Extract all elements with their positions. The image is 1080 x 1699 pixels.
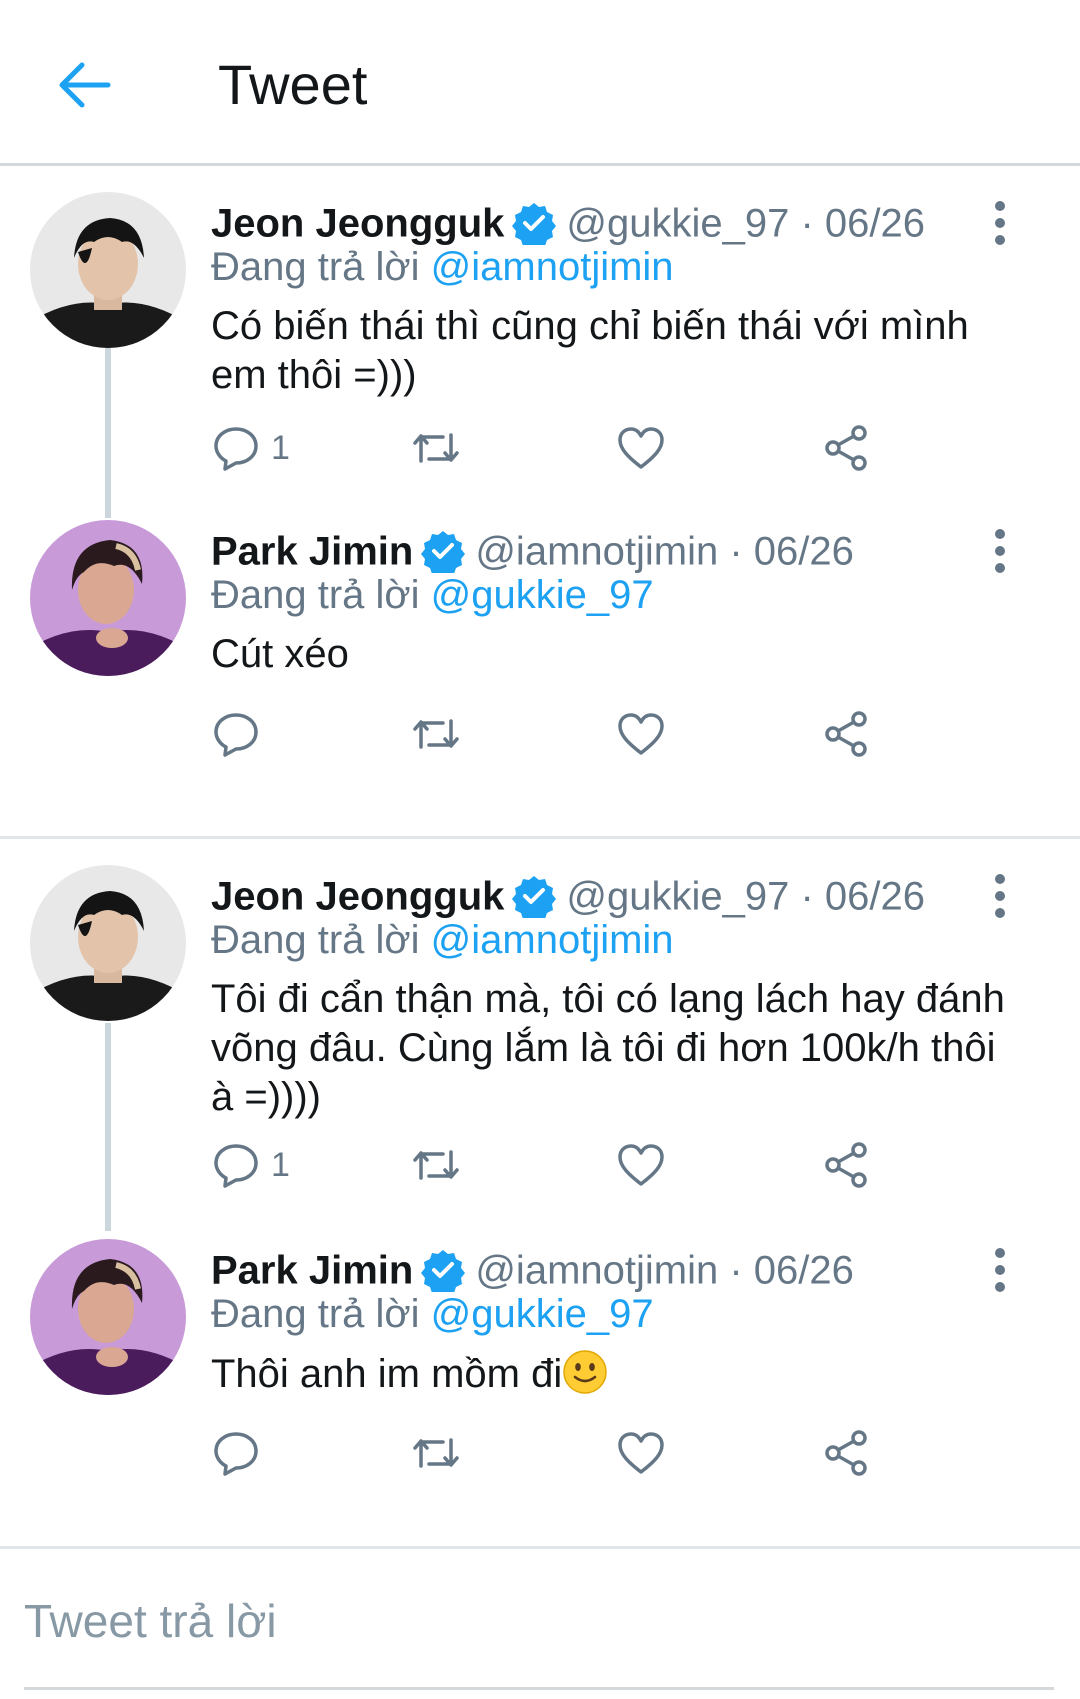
more-vertical-icon — [995, 529, 1005, 573]
retweet-button[interactable] — [411, 418, 461, 478]
reply-icon — [214, 713, 258, 757]
reply-thread: Jeon Jeongguk @gukkie_97 · 06/26 Đang trả… — [0, 839, 1080, 1547]
retweet-icon — [413, 719, 459, 749]
mention-link[interactable]: @iamnotjimin — [431, 245, 674, 289]
replying-to-label: Đang trả lời — [211, 918, 431, 962]
tweet-text: Cút xéo — [211, 632, 349, 676]
display-name[interactable]: Park Jimin — [211, 1248, 413, 1292]
page-title: Tweet — [218, 53, 368, 116]
more-options-button[interactable] — [980, 526, 1020, 576]
avatar[interactable] — [30, 865, 186, 1021]
reply-button[interactable] — [211, 704, 271, 764]
heart-icon — [618, 1144, 664, 1186]
share-button[interactable] — [821, 1423, 871, 1483]
replying-to-line: Đang trả lời @gukkie_97 — [211, 570, 654, 620]
more-options-button[interactable] — [980, 871, 1020, 921]
tweet-text-container: Thôi anh im mồm đi — [211, 1349, 1011, 1399]
tweet[interactable]: Park Jimin @iamnotjimin · 06/26 Đang trả … — [0, 520, 1080, 820]
tweet-text: Tôi đi cẩn thận mà, tôi có lạng lách hay… — [211, 977, 1005, 1119]
like-button[interactable] — [616, 1423, 666, 1483]
reply-count: 1 — [271, 428, 290, 467]
mention-link[interactable]: @gukkie_97 — [431, 573, 654, 617]
retweet-button[interactable] — [411, 704, 461, 764]
retweet-icon — [413, 1150, 459, 1180]
reply-input-underline — [24, 1687, 1054, 1690]
username-and-date: @iamnotjimin · 06/26 — [475, 529, 854, 574]
verified-badge-icon — [421, 1250, 466, 1293]
tweet-actions: 1 — [211, 418, 1011, 478]
reply-composer — [0, 1549, 1080, 1699]
share-button[interactable] — [821, 704, 871, 764]
mention-link[interactable]: @iamnotjimin — [431, 918, 674, 962]
reply-button[interactable] — [211, 1423, 271, 1483]
tweet-actions: 1 — [211, 1135, 1011, 1195]
top-app-bar: Tweet — [0, 0, 1080, 166]
heart-icon — [618, 1432, 664, 1474]
replying-to-line: Đang trả lời @iamnotjimin — [211, 242, 674, 292]
reply-icon — [214, 1432, 258, 1476]
tweet[interactable]: Jeon Jeongguk @gukkie_97 · 06/26 Đang trả… — [0, 865, 1080, 1235]
more-options-button[interactable] — [980, 1245, 1020, 1295]
reply-button[interactable]: 1 — [211, 418, 290, 478]
verified-badge-icon — [512, 203, 557, 246]
tweet-text: Có biến thái thì cũng chỉ biến thái với … — [211, 304, 969, 397]
tweet-actions — [211, 704, 1011, 764]
username-and-date: @gukkie_97 · 06/26 — [566, 874, 926, 919]
share-icon — [825, 425, 867, 471]
heart-icon — [618, 427, 664, 469]
more-vertical-icon — [995, 201, 1005, 245]
verified-badge-icon — [421, 531, 466, 574]
share-button[interactable] — [821, 1135, 871, 1195]
retweet-button[interactable] — [411, 1135, 461, 1195]
replying-to-label: Đang trả lời — [211, 245, 431, 289]
replying-to-line: Đang trả lời @iamnotjimin — [211, 915, 674, 965]
like-button[interactable] — [616, 1135, 666, 1195]
avatar[interactable] — [30, 192, 186, 348]
display-name[interactable]: Jeon Jeongguk — [211, 201, 504, 245]
replying-to-label: Đang trả lời — [211, 573, 431, 617]
replying-to-line: Đang trả lời @gukkie_97 — [211, 1289, 654, 1339]
share-button[interactable] — [821, 418, 871, 478]
like-button[interactable] — [616, 704, 666, 764]
display-name[interactable]: Jeon Jeongguk — [211, 874, 504, 918]
retweet-icon — [413, 433, 459, 463]
avatar[interactable] — [30, 520, 186, 676]
mention-link[interactable]: @gukkie_97 — [431, 1292, 654, 1336]
tweet-actions — [211, 1423, 1011, 1483]
more-vertical-icon — [995, 1248, 1005, 1292]
reply-button[interactable]: 1 — [211, 1135, 290, 1195]
tweet-text: Thôi anh im mồm đi — [211, 1352, 563, 1396]
username-and-date: @iamnotjimin · 06/26 — [475, 1248, 854, 1293]
tweet[interactable]: Park Jimin @iamnotjimin · 06/26 Đang trả … — [0, 1239, 1080, 1539]
reply-count: 1 — [271, 1145, 290, 1184]
retweet-button[interactable] — [411, 1423, 461, 1483]
share-icon — [825, 711, 867, 757]
reply-thread: Jeon Jeongguk @gukkie_97 · 06/26 Đang trả… — [0, 168, 1080, 837]
share-icon — [825, 1430, 867, 1476]
retweet-icon — [413, 1438, 459, 1468]
display-name[interactable]: Park Jimin — [211, 529, 413, 573]
avatar[interactable] — [30, 1239, 186, 1395]
username-and-date: @gukkie_97 · 06/26 — [566, 201, 926, 246]
slightly-smiling-face-emoji — [563, 1350, 607, 1394]
more-vertical-icon — [995, 874, 1005, 918]
reply-icon — [214, 1144, 258, 1188]
arrow-left-icon — [59, 62, 111, 108]
reply-input[interactable] — [24, 1571, 1054, 1671]
replying-to-label: Đang trả lời — [211, 1292, 431, 1336]
heart-icon — [618, 713, 664, 755]
more-options-button[interactable] — [980, 198, 1020, 248]
share-icon — [825, 1142, 867, 1188]
tweet[interactable]: Jeon Jeongguk @gukkie_97 · 06/26 Đang trả… — [0, 192, 1080, 512]
reply-icon — [214, 427, 258, 471]
back-button[interactable] — [52, 52, 118, 118]
verified-badge-icon — [512, 876, 557, 919]
like-button[interactable] — [616, 418, 666, 478]
